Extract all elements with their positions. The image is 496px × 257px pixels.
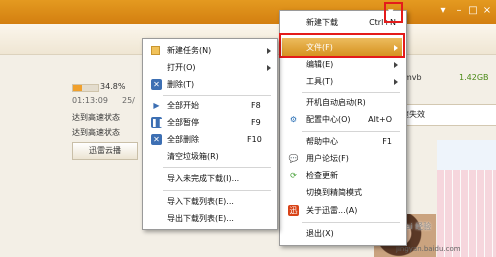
file-size: 1.42GB xyxy=(459,73,489,82)
menu-item-new-task[interactable]: 新建任务(N) xyxy=(143,42,277,59)
menu-item-label: 用户论坛(F) xyxy=(306,154,349,163)
menu-item-exit[interactable]: 退出(X) xyxy=(280,225,406,242)
menu-item-import-unfinished[interactable]: 导入未完成下载(I)... xyxy=(143,170,277,187)
menu-separator xyxy=(302,222,400,223)
menu-item-shortcut: F10 xyxy=(247,135,262,144)
menu-item-shortcut: F8 xyxy=(251,101,261,110)
download-progress-fill xyxy=(73,85,82,91)
menu-item-about[interactable]: 迅 关于迅雷...(A) xyxy=(280,202,406,219)
menu-item-tools[interactable]: 工具(T) xyxy=(280,73,406,90)
cloud-play-button[interactable]: 迅雷云播 xyxy=(72,142,138,160)
menu-item-empty-trash[interactable]: 清空垃圾箱(R) xyxy=(143,148,277,165)
menu-item-label: 关于迅雷...(A) xyxy=(306,206,358,215)
menu-separator xyxy=(163,167,271,168)
menu-item-shortcut: F9 xyxy=(251,118,261,127)
menu-item-autostart[interactable]: 开机自动启动(R) xyxy=(280,94,406,111)
submenu-arrow-icon xyxy=(267,48,271,54)
thunder-logo-icon: 迅 xyxy=(288,205,299,216)
menu-item-start-all[interactable]: ▶ 全部开始 F8 xyxy=(143,97,277,114)
speed-status-button[interactable]: 速失效 xyxy=(396,104,496,126)
menu-item-label: 删除(T) xyxy=(167,80,195,89)
chart-header xyxy=(437,140,496,170)
menu-item-label: 新建任务(N) xyxy=(167,46,212,55)
menu-item-label: 编辑(E) xyxy=(306,60,334,69)
title-bar: ▾ – □ × xyxy=(0,0,496,24)
menu-item-export-list[interactable]: 导出下载列表(E)... xyxy=(143,210,277,227)
menu-item-user-forum[interactable]: 💬 用户论坛(F) xyxy=(280,150,406,167)
menu-item-pause-all[interactable]: ❚❚ 全部暂停 F9 xyxy=(143,114,277,131)
minimize-icon[interactable]: – xyxy=(452,4,466,18)
delete-icon: ✕ xyxy=(151,79,162,90)
download-progress-bar xyxy=(72,84,99,92)
folder-icon xyxy=(151,46,160,55)
maximize-icon[interactable]: □ xyxy=(466,4,480,18)
menu-separator xyxy=(302,131,400,132)
update-icon: ⟳ xyxy=(290,171,297,180)
menu-separator xyxy=(163,190,271,191)
menu-item-open[interactable]: 打开(O) xyxy=(143,59,277,76)
forum-icon: 💬 xyxy=(288,154,299,163)
menu-item-label: 新建下载 xyxy=(306,18,338,27)
menu-item-label: 清空垃圾箱(R) xyxy=(167,152,219,161)
progress-label: 34.8% xyxy=(100,82,126,91)
menu-item-label: 全部删除 xyxy=(167,135,199,144)
file-submenu: 新建任务(N) 打开(O) ✕ 删除(T) ▶ 全部开始 F8 ❚❚ 全部暂停 … xyxy=(142,38,278,230)
menu-item-shortcut: Alt+O xyxy=(368,115,392,124)
submenu-arrow-icon xyxy=(394,79,398,85)
menu-item-label: 帮助中心 xyxy=(306,137,338,146)
menu-item-config-center[interactable]: ⚙ 配置中心(O) Alt+O xyxy=(280,111,406,128)
file-menu-highlight-box xyxy=(279,33,405,58)
skin-icon[interactable]: ▾ xyxy=(436,4,450,18)
gear-icon: ⚙ xyxy=(289,115,298,124)
status-text-1: 达到高速状态 xyxy=(72,113,120,122)
menu-item-label: 导出下载列表(E)... xyxy=(167,214,234,223)
menu-item-label: 退出(X) xyxy=(306,229,334,238)
menu-item-label: 开机自动启动(R) xyxy=(306,98,366,107)
main-menu-icon[interactable]: ▾ xyxy=(388,5,394,18)
close-icon[interactable]: × xyxy=(480,4,494,18)
menu-item-delete-all[interactable]: ✕ 全部删除 F10 xyxy=(143,131,277,148)
submenu-arrow-icon xyxy=(267,65,271,71)
watermark-url: jingyan.baidu.com xyxy=(396,245,461,253)
menu-item-label: 导入未完成下载(I)... xyxy=(167,174,240,183)
menu-item-label: 全部暂停 xyxy=(167,118,199,127)
submenu-arrow-icon xyxy=(394,62,398,68)
menu-separator xyxy=(302,92,400,93)
pause-icon: ❚❚ xyxy=(151,117,165,128)
time-elapsed: 01:13:09 xyxy=(72,96,108,105)
menu-item-compact-mode[interactable]: 切换到精简模式 xyxy=(280,184,406,201)
menu-item-label: 检查更新 xyxy=(306,171,338,180)
menu-item-help-center[interactable]: 帮助中心 F1 xyxy=(280,133,406,150)
menu-item-delete[interactable]: ✕ 删除(T) xyxy=(143,76,277,93)
menu-item-check-update[interactable]: ⟳ 检查更新 xyxy=(280,167,406,184)
menu-item-label: 全部开始 xyxy=(167,101,199,110)
menu-separator xyxy=(163,95,271,96)
menu-item-shortcut: F1 xyxy=(382,137,392,146)
menu-item-label: 工具(T) xyxy=(306,77,334,86)
menu-item-edit[interactable]: 编辑(E) xyxy=(280,56,406,73)
delete-all-icon: ✕ xyxy=(151,134,162,145)
menu-item-import-list[interactable]: 导入下载列表(E)... xyxy=(143,193,277,210)
time-total: 25/ xyxy=(122,96,135,105)
speed-grid xyxy=(437,170,496,257)
menu-item-label: 导入下载列表(E)... xyxy=(167,197,234,206)
play-icon: ▶ xyxy=(153,101,160,110)
menu-item-label: 打开(O) xyxy=(167,63,196,72)
menu-item-label: 配置中心(O) xyxy=(306,115,351,124)
status-text-2: 达到高速状态 xyxy=(72,128,120,137)
menu-item-label: 切换到精简模式 xyxy=(306,188,362,197)
